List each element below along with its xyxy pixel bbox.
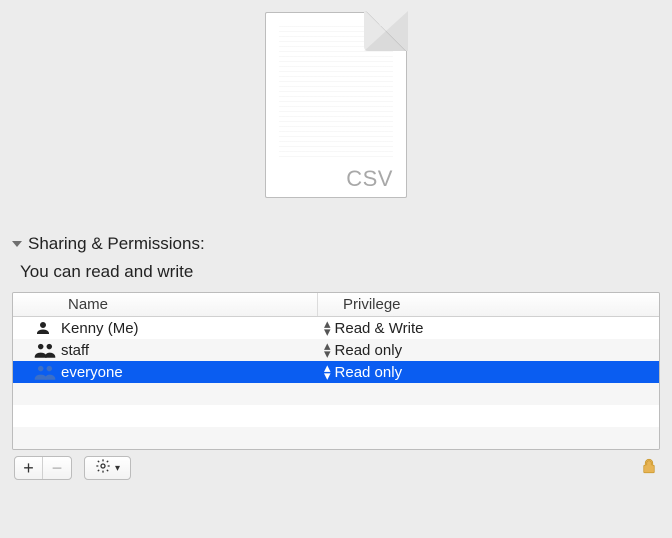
cell-privilege[interactable]: ▴▾Read only xyxy=(318,339,659,361)
disclosure-triangle-icon[interactable] xyxy=(12,241,22,247)
group-icon xyxy=(33,363,53,381)
column-header-name[interactable]: Name xyxy=(13,293,318,316)
privilege-value: Read only xyxy=(335,342,403,359)
preview-area: CSV xyxy=(0,0,672,200)
footer-toolbar: + − ▾ xyxy=(0,450,672,486)
up-down-icon: ▴▾ xyxy=(324,364,331,380)
cell-privilege[interactable]: ▴▾Read only xyxy=(318,361,659,383)
user-name: Kenny (Me) xyxy=(61,320,139,337)
table-row-empty xyxy=(13,427,659,449)
cell-name: staff xyxy=(13,339,318,361)
section-subtitle: You can read and write xyxy=(20,262,660,282)
table-body: Kenny (Me)▴▾Read & Writestaff▴▾Read only… xyxy=(13,317,659,449)
table-row[interactable]: everyone ▴▾Read only xyxy=(13,361,659,383)
table-row-empty xyxy=(13,383,659,405)
add-remove-segment: + − xyxy=(14,456,72,480)
file-icon-csv: CSV xyxy=(265,12,407,200)
table-row-empty xyxy=(13,405,659,427)
lock-icon[interactable] xyxy=(640,456,658,480)
action-menu-button[interactable]: ▾ xyxy=(84,456,131,480)
sharing-permissions-section: Sharing & Permissions: You can read and … xyxy=(0,200,672,282)
gear-icon xyxy=(95,458,111,478)
user-name: everyone xyxy=(61,364,123,381)
group-icon xyxy=(33,341,53,359)
chevron-down-icon: ▾ xyxy=(115,463,120,474)
table-row[interactable]: Kenny (Me) ▴▾Read & Write xyxy=(13,317,659,339)
privilege-value: Read & Write xyxy=(335,320,424,337)
add-button[interactable]: + xyxy=(15,457,43,479)
file-type-label: CSV xyxy=(346,166,393,192)
cell-privilege[interactable]: ▴▾Read & Write xyxy=(318,317,659,339)
section-title: Sharing & Permissions: xyxy=(28,234,205,254)
cell-name: Kenny (Me) xyxy=(13,317,318,339)
column-header-privilege[interactable]: Privilege xyxy=(318,296,659,313)
section-header[interactable]: Sharing & Permissions: xyxy=(12,234,660,254)
up-down-icon: ▴▾ xyxy=(324,320,331,336)
remove-button[interactable]: − xyxy=(43,457,71,479)
up-down-icon: ▴▾ xyxy=(324,342,331,358)
table-row[interactable]: staff ▴▾Read only xyxy=(13,339,659,361)
cell-name: everyone xyxy=(13,361,318,383)
permissions-table: Name Privilege Kenny (Me)▴▾Read & Writes… xyxy=(12,292,660,450)
person-icon xyxy=(33,319,53,337)
table-header: Name Privilege xyxy=(13,293,659,317)
user-name: staff xyxy=(61,342,89,359)
privilege-value: Read only xyxy=(335,364,403,381)
